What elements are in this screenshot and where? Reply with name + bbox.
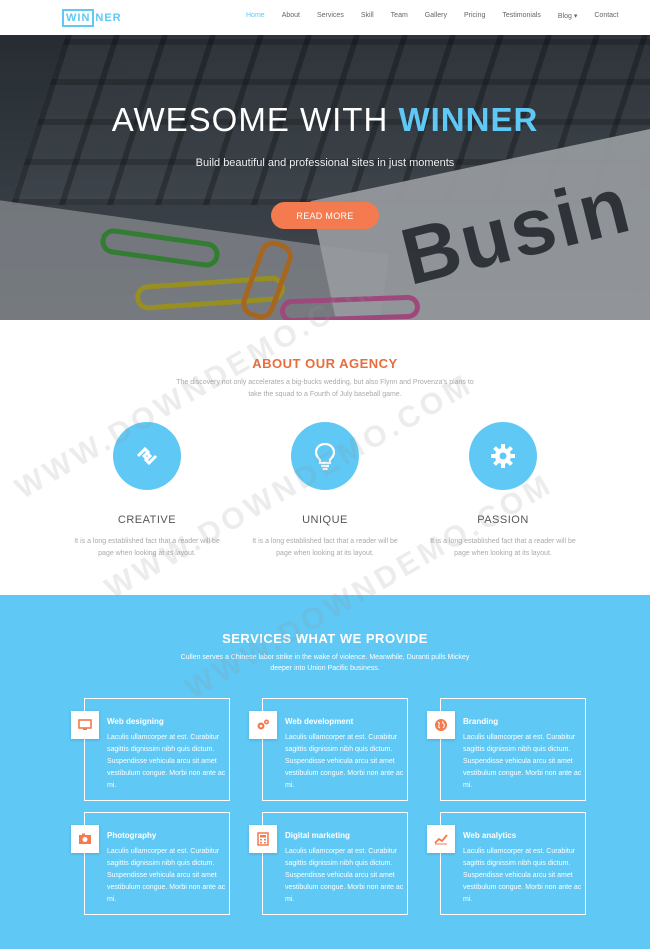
card-icon-box [71, 825, 99, 853]
nav-item-home[interactable]: Home [246, 12, 265, 20]
feature-text: It is a long established fact that a rea… [74, 538, 220, 557]
service-title: Digital marketing [285, 831, 350, 840]
service-card-web-development[interactable]: Web development Laculis ullamcorper at e… [249, 698, 408, 801]
service-title: Branding [463, 717, 499, 726]
hero-title: AWESOME WITH WINNER [0, 101, 650, 139]
card-icon-box [249, 711, 277, 739]
nav-item-services[interactable]: Services [317, 12, 344, 20]
card-icon-box [249, 825, 277, 853]
nav-item-team[interactable]: Team [391, 12, 408, 20]
globe-icon [435, 719, 447, 731]
service-title: Photography [107, 831, 157, 840]
feature-passion: PASSION It is a long established fact th… [413, 422, 593, 560]
service-title: Web development [285, 717, 354, 726]
feature-circle [291, 422, 359, 490]
about-description: The discovery not only accelerates a big… [176, 379, 474, 398]
logo-rest-text: NER [95, 11, 122, 24]
gears-icon [257, 719, 269, 730]
main-menu: Home About Services Skill Team Gallery P… [246, 12, 619, 20]
nav-item-blog[interactable]: Blog ▾ [558, 12, 577, 20]
service-text: Laculis ullamcorper at est. Curabitur sa… [285, 734, 404, 789]
read-more-button[interactable]: READ MORE [271, 202, 379, 229]
top-navbar: WIN NER Home About Services Skill Team G… [0, 0, 650, 35]
feature-circle [113, 422, 181, 490]
service-text: Laculis ullamcorper at est. Curabitur sa… [463, 734, 582, 789]
about-title: ABOUT OUR AGENCY [252, 356, 398, 371]
hero-title-highlight: WINNER [398, 101, 539, 138]
feature-name: UNIQUE [302, 514, 348, 526]
service-text: Laculis ullamcorper at est. Curabitur sa… [107, 734, 226, 789]
service-title: Web designing [107, 717, 164, 726]
logo-box-text: WIN [62, 8, 95, 27]
service-text: Laculis ullamcorper at est. Curabitur sa… [285, 848, 404, 903]
card-icon-box [71, 711, 99, 739]
service-text: Laculis ullamcorper at est. Curabitur sa… [107, 848, 226, 903]
feature-creative: CREATIVE It is a long established fact t… [57, 422, 237, 560]
hero-overlay [0, 35, 650, 320]
card-icon-box [427, 825, 455, 853]
service-card-web-analytics[interactable]: Web analytics Laculis ullamcorper at est… [427, 812, 586, 915]
services-description: Cullen serves a Chinese labor strike in … [180, 654, 470, 672]
card-icon-box [427, 711, 455, 739]
nav-item-about[interactable]: About [282, 12, 300, 20]
services-title: SERVICES WHAT WE PROVIDE [222, 631, 428, 646]
service-card-web-designing[interactable]: Web designing Laculis ullamcorper at est… [71, 698, 230, 801]
nav-item-pricing[interactable]: Pricing [464, 12, 485, 20]
feature-unique: UNIQUE It is a long established fact tha… [235, 422, 415, 560]
nav-item-gallery[interactable]: Gallery [425, 12, 447, 20]
chart-icon [434, 834, 448, 845]
camera-icon [79, 833, 91, 844]
gear-icon [491, 444, 515, 468]
feature-circle [469, 422, 537, 490]
logo[interactable]: WIN NER [62, 8, 122, 27]
feature-text: It is a long established fact that a rea… [430, 538, 576, 557]
nav-item-testimonials[interactable]: Testimonials [502, 12, 541, 20]
service-card-digital-marketing[interactable]: Digital marketing Laculis ullamcorper at… [249, 812, 408, 915]
feature-name: CREATIVE [117, 514, 177, 526]
hero-title-part1: AWESOME WITH [111, 101, 399, 138]
nav-item-contact[interactable]: Contact [594, 12, 618, 20]
monitor-icon [78, 719, 92, 730]
hero-banner: Busin AWESOME WITH WINNER Build beautifu… [0, 35, 650, 320]
hero-subtitle: Build beautiful and professional sites i… [195, 157, 455, 169]
lightbulb-icon [314, 442, 336, 471]
service-card-branding[interactable]: Branding Laculis ullamcorper at est. Cur… [427, 698, 586, 801]
feature-name: PASSION [477, 514, 529, 526]
services-section: SERVICES WHAT WE PROVIDE Cullen serves a… [0, 595, 650, 949]
nav-item-skill[interactable]: Skill [361, 12, 374, 20]
feature-text: It is a long established fact that a rea… [252, 538, 398, 557]
service-text: Laculis ullamcorper at est. Curabitur sa… [463, 848, 582, 903]
service-card-photography[interactable]: Photography Laculis ullamcorper at est. … [71, 812, 230, 915]
service-title: Web analytics [463, 831, 517, 840]
links-icon [136, 446, 158, 466]
calculator-icon [257, 832, 269, 846]
